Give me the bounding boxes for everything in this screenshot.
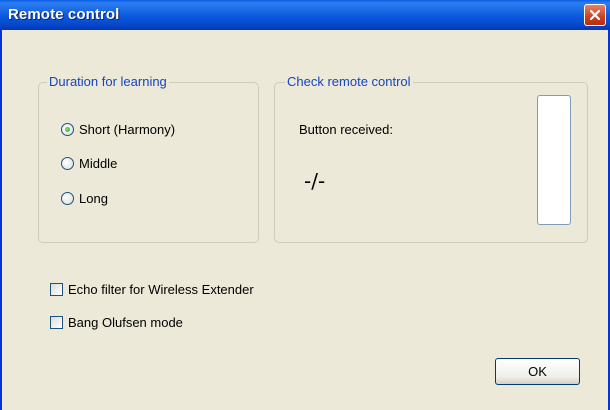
radio-long-label: Long — [79, 191, 108, 206]
close-button[interactable] — [584, 4, 606, 26]
dialog-window: Remote control Duration for learning Sho… — [0, 0, 610, 410]
window-title: Remote control — [8, 6, 120, 23]
title-bar[interactable]: Remote control — [0, 0, 610, 30]
ok-button[interactable]: OK — [495, 358, 580, 385]
button-received-label: Button received: — [299, 122, 393, 137]
radio-middle[interactable]: Middle — [61, 156, 117, 171]
check-remote-group-legend: Check remote control — [285, 74, 413, 89]
check-remote-group: Check remote control Button received: -/… — [274, 74, 588, 243]
bang-olufsen-checkbox-row[interactable]: Bang Olufsen mode — [50, 315, 183, 330]
radio-long-indicator[interactable] — [61, 192, 74, 205]
radio-short[interactable]: Short (Harmony) — [61, 122, 175, 137]
bang-olufsen-label: Bang Olufsen mode — [68, 315, 183, 330]
echo-filter-checkbox-row[interactable]: Echo filter for Wireless Extender — [50, 282, 254, 297]
duration-group-legend: Duration for learning — [47, 74, 169, 89]
close-icon — [589, 9, 601, 21]
bang-olufsen-checkbox[interactable] — [50, 316, 63, 329]
radio-short-indicator[interactable] — [61, 123, 74, 136]
radio-middle-indicator[interactable] — [61, 157, 74, 170]
echo-filter-label: Echo filter for Wireless Extender — [68, 282, 254, 297]
radio-short-label: Short (Harmony) — [79, 122, 176, 137]
radio-middle-label: Middle — [79, 156, 118, 171]
button-received-value: -/- — [304, 169, 326, 193]
duration-group: Duration for learning Short (Harmony) Mi… — [38, 74, 259, 243]
signal-indicator-box — [537, 95, 571, 225]
radio-long[interactable]: Long — [61, 191, 108, 206]
echo-filter-checkbox[interactable] — [50, 283, 63, 296]
